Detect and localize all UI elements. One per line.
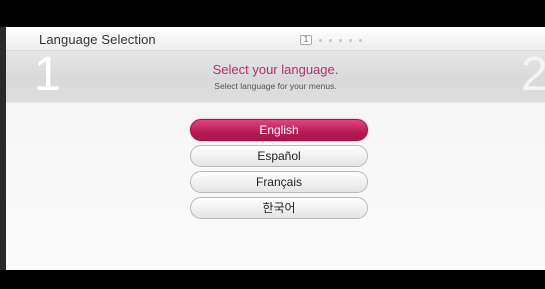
language-list: English Español Français 한국어 — [190, 119, 368, 223]
page-dot — [349, 38, 352, 42]
page-title: Language Selection — [39, 32, 156, 47]
header: Language Selection 1 — [6, 27, 545, 51]
page-dot — [319, 38, 322, 42]
page-dot — [329, 38, 332, 42]
current-page-indicator: 1 — [300, 35, 312, 45]
page-indicator: 1 — [300, 35, 362, 45]
page-dot — [339, 38, 342, 42]
top-letterbox — [0, 0, 545, 27]
page-dot — [359, 38, 362, 42]
prompt-subheading: Select language for your menus. — [214, 81, 337, 91]
language-option-francais[interactable]: Français — [190, 171, 368, 193]
bottom-letterbox — [0, 270, 545, 289]
setup-screen: Language Selection 1 1 2 Select your lan… — [6, 27, 545, 270]
prompt-heading: Select your language. — [212, 62, 339, 77]
language-option-espanol[interactable]: Español — [190, 145, 368, 167]
language-option-english[interactable]: English — [190, 119, 368, 141]
language-option-korean[interactable]: 한국어 — [190, 197, 368, 219]
step-band: 1 2 Select your language. Select languag… — [6, 49, 545, 103]
